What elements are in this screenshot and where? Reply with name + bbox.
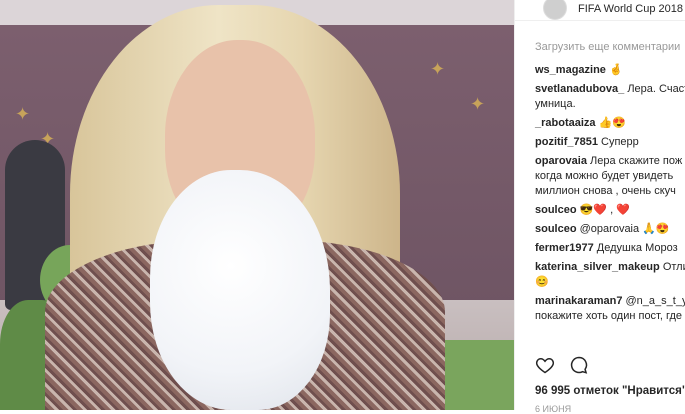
comment: pozitif_7851 Суперр — [535, 135, 685, 150]
comment-text: умница. — [535, 98, 576, 110]
comment-username[interactable]: marinakaraman7 — [535, 295, 622, 307]
comment-username[interactable]: fermer1977 — [535, 242, 594, 254]
comment-text: @n_a_s_t_y — [625, 295, 685, 307]
comment-text: @oparovaia 🙏😍 — [579, 223, 670, 235]
comment-text: 😊 — [535, 276, 549, 288]
avatar[interactable] — [543, 0, 567, 20]
comment-text: 🤞 — [608, 64, 623, 76]
comment: katerina_silver_makeup Отли 😊 — [535, 260, 685, 290]
comment-username[interactable]: soulceo — [535, 204, 577, 216]
like-count[interactable]: 96 995 отметок "Нравится" — [535, 385, 685, 397]
post-header: FIFA World Cup 2018 — [515, 0, 685, 21]
comment: ws_magazine 🤞 — [535, 63, 685, 78]
comment-text: миллион снова , очень скуч — [535, 185, 676, 197]
comment: soulceo @oparovaia 🙏😍 — [535, 222, 685, 237]
comment-username[interactable]: katerina_silver_makeup — [535, 261, 660, 273]
comment-username[interactable]: soulceo — [535, 223, 577, 235]
comment: soulceo 😎❤️ , ❤️ — [535, 203, 685, 218]
star-decoration: ✦ — [15, 104, 31, 124]
comment-text: Суперр — [601, 136, 639, 148]
comment-text: 👍😍 — [598, 117, 626, 129]
comment: _rabotaaiza 👍😍 — [535, 116, 685, 131]
cotton-candy — [150, 170, 330, 410]
load-more-comments-button[interactable]: Загрузить еще комментарии — [535, 40, 685, 55]
action-bar — [535, 355, 685, 377]
comment-text: когда можно будет увидеть — [535, 170, 674, 182]
comments-list: Загрузить еще комментарии ws_magazine 🤞 … — [535, 40, 685, 328]
heart-icon[interactable] — [535, 355, 555, 375]
comment-username[interactable]: svetlanadubova_ — [535, 83, 624, 95]
comment: oparovaia Лера скажите пож когда можно б… — [535, 154, 685, 199]
comment: svetlanadubova_ Лера. Счастья, умница. — [535, 82, 685, 112]
post-photo[interactable]: ✦ ✦ ✦ ✦ ✦ — [0, 0, 514, 410]
post-date: 6 ИЮНЯ — [535, 404, 572, 414]
comment-text: покажите хоть один пост, где — [535, 310, 683, 322]
comment-username[interactable]: ws_magazine — [535, 64, 606, 76]
star-decoration: ✦ — [430, 59, 446, 79]
comment-text: Лера скажите пож — [590, 155, 683, 167]
comment-icon[interactable] — [569, 355, 589, 375]
comment-username[interactable]: _rabotaaiza — [535, 117, 596, 129]
location-link[interactable]: FIFA World Cup 2018 — [578, 3, 683, 15]
comment-text: Лера. Счастья, — [627, 83, 685, 95]
comment-text: Дедушка Мороз — [596, 242, 678, 254]
comment: marinakaraman7 @n_a_s_t_y покажите хоть … — [535, 294, 685, 324]
comment-username[interactable]: oparovaia — [535, 155, 587, 167]
star-decoration: ✦ — [470, 94, 486, 114]
comment-username[interactable]: pozitif_7851 — [535, 136, 598, 148]
comment-text: 😎❤️ , ❤️ — [579, 204, 630, 216]
comment-text: Отли — [662, 261, 685, 273]
post-sidebar: FIFA World Cup 2018 Загрузить еще коммен… — [514, 0, 685, 414]
comment: fermer1977 Дедушка Мороз — [535, 241, 685, 256]
